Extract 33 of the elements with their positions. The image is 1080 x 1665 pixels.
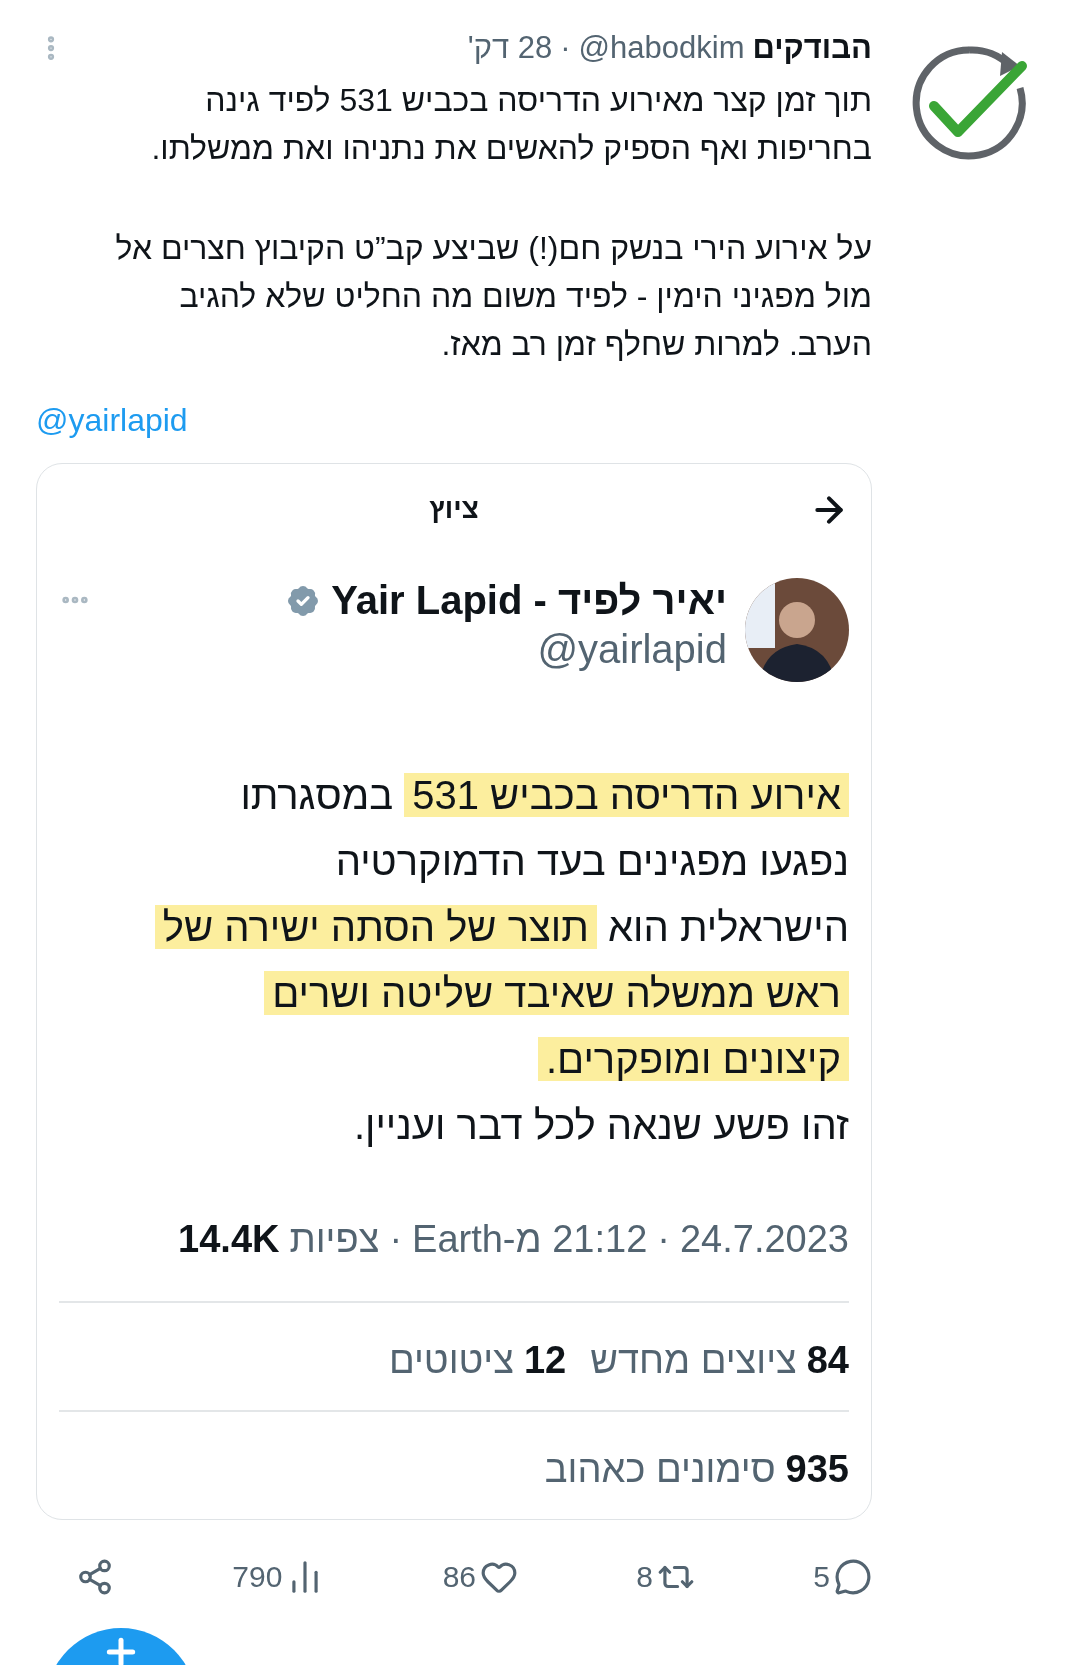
stat-count: 84 — [806, 1339, 849, 1382]
views-count: 14.4K — [178, 1218, 280, 1261]
reply-button[interactable]: 5 — [813, 1558, 872, 1596]
views-label: צפיות — [289, 1218, 380, 1261]
separator: · — [560, 30, 571, 66]
stat-label: ציטוטים — [388, 1339, 514, 1382]
post-text: נפגעו מפגינים בעד הדמוקרטיה — [335, 839, 849, 883]
post-text: תוך זמן קצר מאירוע הדריסה בכביש 531 לפיד גינה בחריפות ואף הספיק להאשים את נתניהו ואת ממשלתו. — [150, 81, 872, 168]
highlighted-text: ראש ממשלה שאיבד שליטה ושרים — [264, 971, 849, 1015]
author-name[interactable]: יאיר לפיד - Yair Lapid — [331, 578, 727, 623]
highlighted-text: קיצונים ומופקרים. — [537, 1037, 849, 1081]
author-handle: @habodkim — [578, 30, 745, 66]
views-button[interactable]: 790 — [232, 1558, 325, 1596]
highlighted-text: אירוע הדריסה בכביש 531 — [404, 773, 849, 817]
separator: · — [657, 1218, 670, 1261]
highlighted-text: תוצר של הסתה ישירה של — [154, 905, 597, 949]
post-date: 24.7.2023 — [679, 1218, 849, 1261]
post-time: 28 דק' — [467, 30, 553, 66]
post-time: 21:12 מ-Earth — [412, 1218, 648, 1261]
retweet-button[interactable]: 8 — [636, 1558, 695, 1596]
like-button[interactable]: 86 — [442, 1558, 519, 1596]
post-text: זהו פשע שנאה לכל דבר ועניין. — [353, 1103, 849, 1147]
stat-count: 935 — [785, 1448, 849, 1491]
post-text: על אירוע הירי בנשק חם(!) שביצע קב”ט הקיבוץ חצרים אל מול מפגיני הימין - לפיד משום מה החליט שלא להגיב הערב. למרות שחלף זמן רב מאז. — [114, 229, 872, 364]
stat-label: ציוצים מחדש — [590, 1339, 797, 1382]
stat-label: סימונים כאהוב — [544, 1448, 776, 1491]
author-handle: @yairlapid — [537, 627, 727, 672]
author-name[interactable]: הבודקים — [752, 30, 872, 66]
separator: · — [389, 1218, 403, 1261]
post-text: במסגרתו — [240, 773, 395, 817]
post-text: הישראלית הוא — [606, 905, 849, 949]
card-title: ציוץ — [429, 493, 479, 525]
stat-count: 12 — [523, 1339, 567, 1382]
